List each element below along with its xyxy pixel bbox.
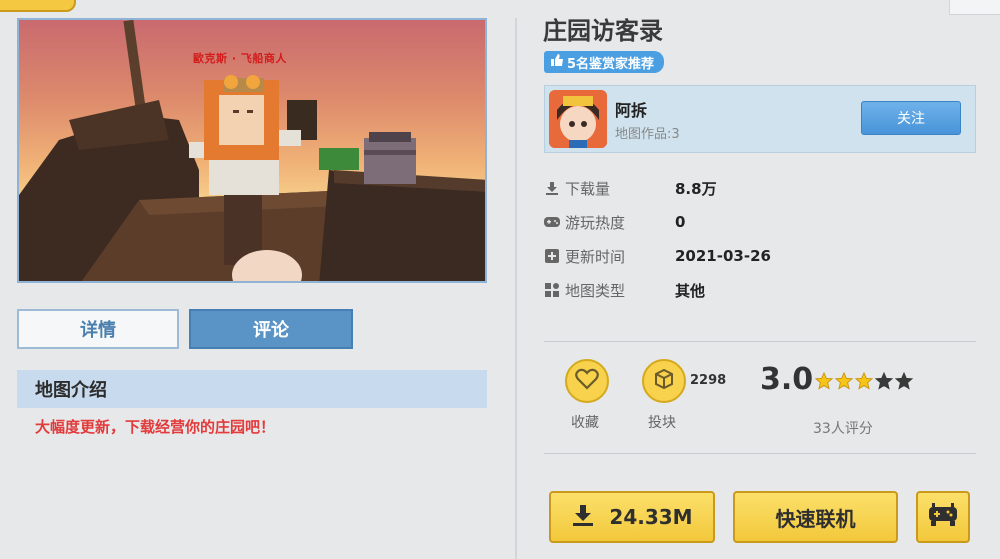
top-right-panel-edge [949, 0, 1000, 15]
star-filled-icon [855, 372, 873, 390]
stats-divider [544, 341, 976, 342]
map-preview-image[interactable]: 歐克斯 · 飞船商人 [17, 18, 487, 283]
map-intro-text: 大幅度更新，下载经营你的庄园吧！ [35, 418, 276, 436]
recommend-badge-text: 5名鉴赏家推荐 [567, 56, 655, 72]
star-filled-icon [815, 372, 833, 390]
coin-count: 2298 [690, 373, 727, 388]
plus-box-icon [544, 248, 560, 264]
favorite-label: 收藏 [571, 415, 599, 431]
favorite-button[interactable] [565, 359, 609, 403]
preview-player-nametag: 歐克斯 · 飞船商人 [193, 52, 287, 65]
map-title: 庄园访客录 [543, 17, 663, 45]
tab-details[interactable]: 详情 [17, 309, 179, 349]
author-works-count: 地图作品:3 [615, 127, 680, 142]
stat-downloads: 下载量 8.8万 [544, 177, 844, 199]
download-icon [544, 180, 560, 196]
author-name[interactable]: 阿拆 [615, 97, 647, 121]
author-avatar[interactable] [549, 90, 607, 148]
star-filled-icon [835, 372, 853, 390]
rating-count: 33人评分 [813, 421, 873, 437]
recommend-badge[interactable]: 5名鉴赏家推荐 [544, 51, 665, 73]
thumbs-up-icon [550, 53, 564, 71]
grid-icon [544, 282, 560, 298]
map-intro-heading: 地图介绍 [17, 370, 487, 408]
rating-divider [544, 453, 976, 454]
star-empty-icon [875, 372, 893, 390]
top-left-tab-edge[interactable] [0, 0, 76, 12]
gamepad-button[interactable] [916, 491, 970, 543]
coin-label: 投块 [648, 415, 676, 431]
gamepad-icon [544, 214, 560, 230]
download-icon [571, 503, 595, 532]
download-button[interactable]: 24.33M [549, 491, 715, 543]
stat-play-heat: 游玩热度 0 [544, 211, 844, 233]
coin-button[interactable] [642, 359, 686, 403]
rating-score: 3.0 [760, 362, 814, 397]
cube-icon [653, 368, 675, 394]
vertical-divider [515, 18, 517, 559]
quick-connect-button[interactable]: 快速联机 [733, 491, 898, 543]
rating-stars [815, 372, 913, 390]
star-empty-icon [895, 372, 913, 390]
stat-update-time: 更新时间 2021-03-26 [544, 245, 844, 267]
tab-comments[interactable]: 评论 [189, 309, 353, 349]
author-card: 阿拆 地图作品:3 关注 [544, 85, 976, 153]
gamepad-icon [929, 502, 957, 532]
stat-map-type: 地图类型 其他 [544, 279, 844, 301]
heart-icon [575, 368, 599, 394]
follow-button[interactable]: 关注 [861, 101, 961, 135]
download-size: 24.33M [609, 505, 693, 529]
